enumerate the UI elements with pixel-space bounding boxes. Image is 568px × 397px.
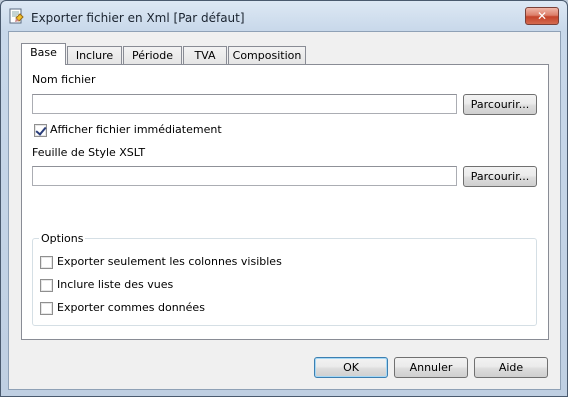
tab-composition[interactable]: Composition [228,46,306,65]
xml-export-icon [8,8,25,25]
dialog-client-area: Base Inclure Période TVA Composition Nom… [8,31,561,390]
show-file-label[interactable]: Afficher fichier immédiatement [50,123,222,136]
cancel-button[interactable]: Annuler [394,357,468,378]
file-name-label: Nom fichier [32,73,96,86]
ok-button[interactable]: OK [314,357,388,378]
window-title: Exporter fichier en Xml [Par défaut] [31,11,245,25]
title-bar[interactable]: Exporter fichier en Xml [Par défaut] ✕ [1,1,567,31]
help-button[interactable]: Aide [474,357,548,378]
tab-inclure[interactable]: Inclure [67,46,122,65]
export-as-data-label[interactable]: Exporter commes données [57,301,205,314]
file-name-input[interactable] [32,94,457,114]
xslt-input[interactable] [32,166,457,186]
dialog-window: Exporter fichier en Xml [Par défaut] ✕ B… [0,0,568,397]
browse-file-button[interactable]: Parcourir... [463,94,537,115]
visible-columns-checkbox[interactable] [40,256,53,269]
options-group: Options Exporter seulement les colonnes … [32,232,537,326]
tab-tva[interactable]: TVA [183,46,227,65]
tab-panel-base: Nom fichier Parcourir... Afficher fichie… [21,64,549,340]
show-file-checkbox[interactable] [34,124,47,137]
include-views-checkbox[interactable] [40,279,53,292]
include-views-label[interactable]: Inclure liste des vues [57,278,173,291]
close-icon: ✕ [536,9,548,23]
visible-columns-label[interactable]: Exporter seulement les colonnes visibles [57,255,282,268]
export-as-data-checkbox[interactable] [40,302,53,315]
browse-xslt-button[interactable]: Parcourir... [463,166,537,187]
close-button[interactable]: ✕ [525,7,559,25]
options-title: Options [39,232,86,245]
tab-periode[interactable]: Période [123,46,182,65]
xslt-label: Feuille de Style XSLT [32,146,146,159]
tab-base[interactable]: Base [21,43,66,65]
